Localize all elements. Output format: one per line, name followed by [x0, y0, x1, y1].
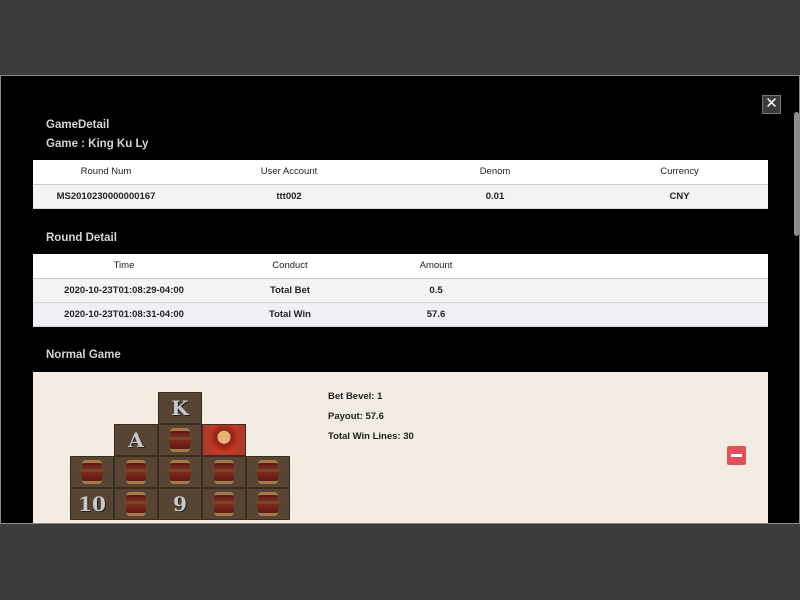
- slot-symbol-barrel: [202, 456, 246, 488]
- slot-symbol-barrel: [158, 424, 202, 456]
- table-header-row: Time Conduct Amount: [33, 254, 768, 279]
- slot-symbol-label: 9: [173, 492, 187, 516]
- game-info-table: Round Num User Account Denom Currency MS…: [33, 160, 768, 209]
- table-cell: Total Bet: [215, 278, 365, 303]
- table-row: 2020-10-23T01:08:31-04:00 Total Win 57.6: [33, 302, 768, 327]
- slot-symbol-barrel: [158, 456, 202, 488]
- slot-symbol-character: [202, 424, 246, 456]
- slot-symbol-barrel: [70, 456, 114, 488]
- slot-symbol-barrel: [114, 456, 158, 488]
- barrel-icon: [167, 428, 193, 452]
- slot-symbol-label: K: [171, 396, 189, 420]
- slot-symbol-a: A: [114, 424, 158, 456]
- table-cell: ttt002: [179, 184, 399, 209]
- column-header: Amount: [365, 254, 507, 279]
- barrel-icon: [167, 460, 193, 484]
- slot-symbol-barrel: [114, 488, 158, 520]
- payout: Payout: 57.6: [328, 411, 384, 422]
- table-cell: [507, 278, 768, 303]
- game-name: Game : King Ku Ly: [46, 138, 149, 150]
- collapse-button[interactable]: [727, 446, 746, 465]
- barrel-icon: [123, 492, 149, 516]
- column-header: Time: [33, 254, 215, 279]
- table-cell: MS2010230000000167: [33, 184, 179, 209]
- slot-symbol-9: 9: [158, 488, 202, 520]
- total-win-lines: Total Win Lines: 30: [328, 431, 414, 442]
- table-cell: [507, 302, 768, 327]
- slot-symbol-barrel: [246, 488, 290, 520]
- column-header: Denom: [399, 160, 591, 185]
- table-row: MS2010230000000167 ttt002 0.01 CNY: [33, 184, 768, 209]
- slot-symbol-label: 10: [78, 492, 106, 516]
- normal-game-panel: K A 10 9 Bet Bevel: 1 Payout: 57.6 Total Wi…: [33, 372, 768, 523]
- column-header: User Account: [179, 160, 399, 185]
- slot-symbol-k: K: [158, 392, 202, 424]
- round-detail-table: Time Conduct Amount 2020-10-23T01:08:29-…: [33, 254, 768, 327]
- table-cell: 2020-10-23T01:08:31-04:00: [33, 302, 215, 327]
- table-cell: Total Win: [215, 302, 365, 327]
- slot-symbol-10: 10: [70, 488, 114, 520]
- close-button[interactable]: ✕: [762, 95, 781, 114]
- round-detail-heading: Round Detail: [46, 232, 117, 244]
- barrel-icon: [79, 460, 105, 484]
- column-header: Currency: [591, 160, 768, 185]
- table-cell: 2020-10-23T01:08:29-04:00: [33, 278, 215, 303]
- barrel-icon: [211, 460, 237, 484]
- close-icon: ✕: [765, 95, 778, 112]
- barrel-icon: [211, 492, 237, 516]
- barrel-icon: [255, 460, 281, 484]
- table-cell: CNY: [591, 184, 768, 209]
- table-cell: 0.01: [399, 184, 591, 209]
- column-header: [507, 254, 768, 279]
- table-row: 2020-10-23T01:08:29-04:00 Total Bet 0.5: [33, 278, 768, 303]
- table-cell: 57.6: [365, 302, 507, 327]
- slot-symbol-label: A: [128, 428, 144, 452]
- slot-symbol-barrel: [202, 488, 246, 520]
- scrollbar[interactable]: [794, 112, 799, 236]
- game-detail-modal: ✕ GameDetail Game : King Ku Ly Round Num…: [0, 75, 800, 524]
- column-header: Conduct: [215, 254, 365, 279]
- modal-title: GameDetail: [46, 119, 110, 131]
- normal-game-heading: Normal Game: [46, 349, 121, 361]
- table-header-row: Round Num User Account Denom Currency: [33, 160, 768, 185]
- barrel-icon: [255, 492, 281, 516]
- barrel-icon: [123, 460, 149, 484]
- table-cell: 0.5: [365, 278, 507, 303]
- bet-level: Bet Bevel: 1: [328, 391, 383, 402]
- column-header: Round Num: [33, 160, 179, 185]
- slot-symbol-barrel: [246, 456, 290, 488]
- character-icon: [211, 426, 237, 454]
